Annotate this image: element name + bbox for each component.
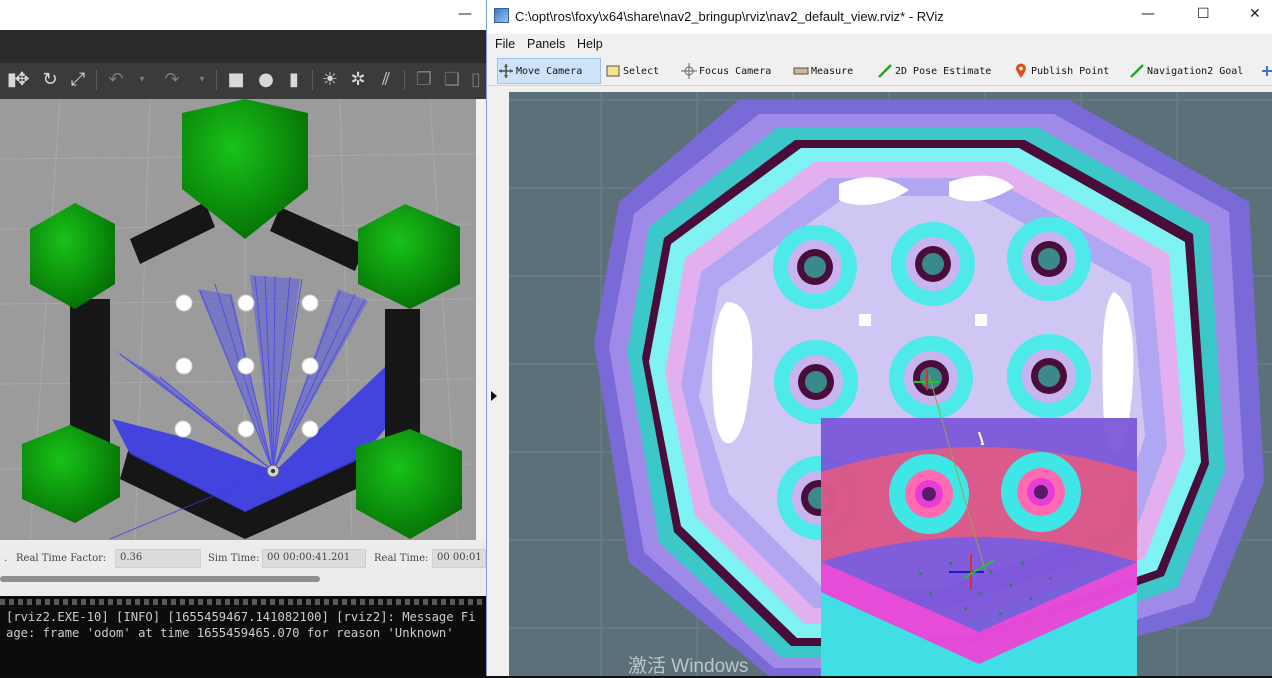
expand-panel-arrow-icon[interactable]: [491, 391, 497, 401]
gazebo-3d-viewport[interactable]: [0, 99, 476, 540]
real-time-factor-value: 0.36: [115, 549, 201, 568]
undo-icon[interactable]: ↶: [104, 66, 128, 94]
horizontal-scrollbar[interactable]: [0, 576, 320, 582]
terminal-line: age: frame 'odom' at time 1655459465.070…: [6, 626, 454, 640]
spot-light-icon[interactable]: ✲: [346, 66, 370, 94]
pose-estimate-label: 2D Pose Estimate: [895, 65, 992, 77]
move-camera-icon: [498, 63, 514, 79]
local-costmap: [821, 418, 1137, 676]
move-camera-tool[interactable]: Move Camera: [497, 58, 601, 84]
plus-icon: [1261, 63, 1272, 79]
select-tool[interactable]: Select: [605, 58, 663, 84]
activate-windows-watermark: 激活 Windows: [628, 656, 749, 677]
close-button[interactable]: ✕: [1249, 6, 1261, 22]
map-pin-icon: [1013, 63, 1029, 79]
translate-icon[interactable]: ✥: [10, 66, 34, 94]
gazebo-status-bar: . Real Time Factor: 0.36 Sim Time: 00 00…: [0, 540, 486, 578]
add-tool-button[interactable]: [1261, 58, 1272, 84]
green-arrow-icon: [877, 63, 893, 79]
status-separator: .: [4, 553, 8, 564]
sim-time-label: Sim Time:: [208, 553, 260, 564]
menu-bar: File Panels Help: [487, 34, 1272, 56]
sphere-shape-icon[interactable]: ●: [254, 66, 278, 94]
box-shape-icon[interactable]: ■: [224, 66, 248, 94]
real-time-factor-label: Real Time Factor:: [16, 553, 107, 564]
navigation-goal-label: Navigation2 Goal: [1147, 65, 1244, 77]
focus-camera-icon: [681, 63, 697, 79]
toolbar-divider: [404, 70, 405, 90]
real-time-label: Real Time:: [374, 553, 429, 564]
minimize-button[interactable]: —: [1141, 6, 1155, 22]
navigation-goal-tool[interactable]: Navigation2 Goal: [1129, 58, 1247, 84]
scale-icon[interactable]: ⤢: [66, 66, 90, 94]
pose-estimate-tool[interactable]: 2D Pose Estimate: [877, 58, 995, 84]
copy-icon[interactable]: ❐: [412, 66, 436, 94]
tool-bar: Move Camera Select Focus Camera Measure …: [487, 56, 1272, 86]
real-time-value: 00 00:01: [432, 549, 486, 568]
focus-camera-label: Focus Camera: [699, 65, 772, 77]
terminal-line: [rviz2.EXE-10] [INFO] [1655459467.141082…: [6, 610, 476, 624]
window-title: C:\opt\ros\foxy\x64\share\nav2_bringup\r…: [515, 9, 944, 24]
gazebo-window: — ▮ ✥ ↻ ⤢ ↶ ▾ ↷ ▾ ■ ● ▮ ☀ ✲ ⫽ ❐ ❏ ▯ . Re…: [0, 0, 486, 676]
collapsed-panel-dock[interactable]: [487, 86, 509, 676]
toolbar-divider: [96, 70, 97, 90]
directional-light-icon[interactable]: ⫽: [374, 66, 398, 94]
terminal-clipped-line: [0, 599, 486, 605]
terminal-window: [rviz2.EXE-10] [INFO] [1655459467.141082…: [0, 596, 486, 676]
menu-help[interactable]: Help: [577, 37, 603, 51]
menu-file[interactable]: File: [495, 37, 515, 51]
rviz-titlebar: C:\opt\ros\foxy\x64\share\nav2_bringup\r…: [487, 0, 1272, 34]
gazebo-titlebar: —: [0, 0, 486, 30]
select-icon: [605, 63, 621, 79]
gazebo-menubar: [0, 30, 486, 63]
rviz-3d-render-view[interactable]: [509, 92, 1272, 676]
toolbar-divider: [312, 70, 313, 90]
undo-dropdown-icon[interactable]: ▾: [130, 66, 154, 94]
move-camera-label: Move Camera: [516, 65, 583, 77]
rviz-window: C:\opt\ros\foxy\x64\share\nav2_bringup\r…: [486, 0, 1272, 676]
measure-tool[interactable]: Measure: [793, 58, 857, 84]
align-icon[interactable]: ▯: [464, 66, 488, 94]
rotate-icon[interactable]: ↻: [38, 66, 62, 94]
maximize-button[interactable]: ☐: [1197, 6, 1210, 22]
publish-point-tool[interactable]: Publish Point: [1013, 58, 1113, 84]
menu-panels[interactable]: Panels: [527, 37, 565, 51]
measure-label: Measure: [811, 65, 854, 77]
cylinder-shape-icon[interactable]: ▮: [282, 66, 306, 94]
toolbar-divider: [216, 70, 217, 90]
gazebo-scene: [0, 99, 476, 540]
viewport-scrollbar[interactable]: [476, 99, 486, 540]
redo-dropdown-icon[interactable]: ▾: [190, 66, 214, 94]
publish-point-label: Publish Point: [1031, 65, 1110, 77]
point-light-icon[interactable]: ☀: [318, 66, 342, 94]
paste-icon[interactable]: ❏: [440, 66, 464, 94]
sim-time-value: 00 00:00:41.201: [262, 549, 366, 568]
minimize-button[interactable]: —: [458, 6, 472, 22]
green-arrow-icon: [1129, 63, 1145, 79]
ruler-icon: [793, 63, 809, 79]
focus-camera-tool[interactable]: Focus Camera: [681, 58, 775, 84]
rviz-app-icon: [494, 8, 509, 23]
redo-icon[interactable]: ↷: [160, 66, 184, 94]
select-label: Select: [623, 65, 660, 77]
costmap-visualization: [509, 92, 1272, 676]
